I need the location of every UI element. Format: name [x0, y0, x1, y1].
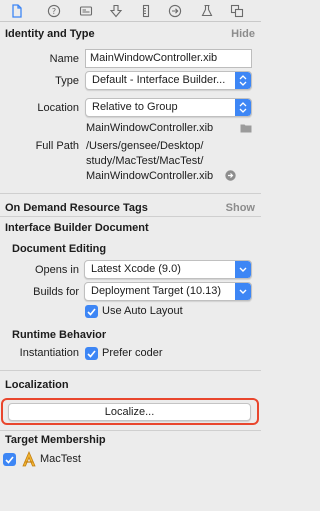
identity-inspector-tab[interactable]	[78, 3, 94, 19]
id-card-icon	[79, 6, 93, 16]
popup-arrows-icon	[235, 99, 251, 116]
checkmark-icon	[5, 455, 14, 464]
document-icon	[12, 4, 22, 18]
section-divider	[0, 193, 261, 194]
location-value: Relative to Group	[92, 101, 178, 113]
location-popup[interactable]: Relative to Group	[85, 98, 252, 117]
prefer-coder-checkbox[interactable]	[85, 347, 98, 360]
prefer-coder-label: Prefer coder	[102, 347, 163, 359]
full-path-line-3: MainWindowController.xib	[86, 170, 214, 182]
checkmark-icon	[87, 307, 96, 316]
section-title: Identity and Type	[5, 28, 95, 40]
file-type-popup[interactable]: Default - Interface Builder...	[85, 71, 252, 90]
svg-text:?: ?	[52, 7, 56, 16]
connections-inspector-tab[interactable]	[167, 3, 183, 19]
section-title: Interface Builder Document	[5, 222, 149, 234]
full-path-line-2: study/MacTest/MacTest/	[86, 155, 204, 167]
name-field[interactable]: MainWindowController.xib	[85, 49, 252, 68]
checkmark-icon	[87, 349, 96, 358]
arrow-circle-icon	[168, 4, 182, 18]
opens-in-value: Latest Xcode (9.0)	[91, 263, 181, 275]
builds-for-label: Builds for	[33, 286, 79, 298]
ruler-icon	[142, 4, 150, 18]
auto-layout-checkbox[interactable]	[85, 305, 98, 318]
document-editing-title: Document Editing	[12, 243, 107, 255]
attributes-inspector-tab[interactable]	[108, 3, 124, 19]
localize-button[interactable]: Localize...	[8, 403, 251, 421]
hide-button[interactable]: Hide	[231, 28, 255, 40]
attributes-icon	[109, 4, 123, 18]
name-label: Name	[49, 53, 79, 65]
section-title: On Demand Resource Tags	[5, 202, 148, 214]
layers-icon	[230, 4, 244, 18]
bindings-inspector-tab[interactable]	[199, 3, 215, 19]
builds-for-popup[interactable]: Deployment Target (10.13)	[84, 282, 252, 301]
odr-tags-header: On Demand Resource Tags Show	[0, 199, 261, 217]
file-type-value: Default - Interface Builder...	[92, 74, 226, 86]
opens-in-popup[interactable]: Latest Xcode (9.0)	[84, 260, 252, 279]
ib-document-header: Interface Builder Document	[0, 219, 261, 237]
target-macTest-checkbox[interactable]	[3, 453, 16, 466]
runtime-behavior-title: Runtime Behavior	[12, 329, 107, 341]
localization-header: Localization	[0, 376, 261, 394]
builds-for-value: Deployment Target (10.13)	[91, 285, 222, 297]
section-divider	[0, 216, 261, 217]
inspector-tab-bar: ?	[0, 0, 261, 22]
section-title: Localization	[5, 379, 69, 391]
target-name: MacTest	[40, 453, 81, 465]
opens-in-label: Opens in	[34, 264, 79, 276]
reveal-in-finder-icon[interactable]	[225, 170, 236, 184]
section-divider	[0, 370, 261, 371]
instantiation-label: Instantiation	[19, 347, 79, 359]
full-path-line-1: /Users/gensee/Desktop/	[86, 140, 204, 152]
location-label: Location	[37, 102, 79, 114]
size-inspector-tab[interactable]	[138, 3, 154, 19]
bindings-icon	[201, 5, 213, 17]
file-inspector-tab[interactable]	[9, 3, 25, 19]
help-icon: ?	[47, 4, 61, 18]
full-path-label: Full Path	[35, 140, 79, 152]
target-membership-header: Target Membership	[0, 431, 261, 449]
quick-help-tab[interactable]: ?	[46, 3, 62, 19]
auto-layout-label: Use Auto Layout	[102, 305, 183, 317]
type-label: Type	[55, 75, 79, 87]
location-path: MainWindowController.xib	[86, 122, 214, 134]
show-button[interactable]: Show	[226, 202, 255, 214]
effects-inspector-tab[interactable]	[229, 3, 245, 19]
folder-icon[interactable]	[240, 123, 252, 136]
popup-arrows-icon	[235, 72, 251, 89]
identity-and-type-header: Identity and Type Hide	[0, 25, 261, 43]
app-target-icon	[21, 450, 37, 470]
popup-arrow-icon	[235, 283, 251, 300]
popup-arrow-icon	[235, 261, 251, 278]
section-title: Target Membership	[5, 434, 106, 446]
